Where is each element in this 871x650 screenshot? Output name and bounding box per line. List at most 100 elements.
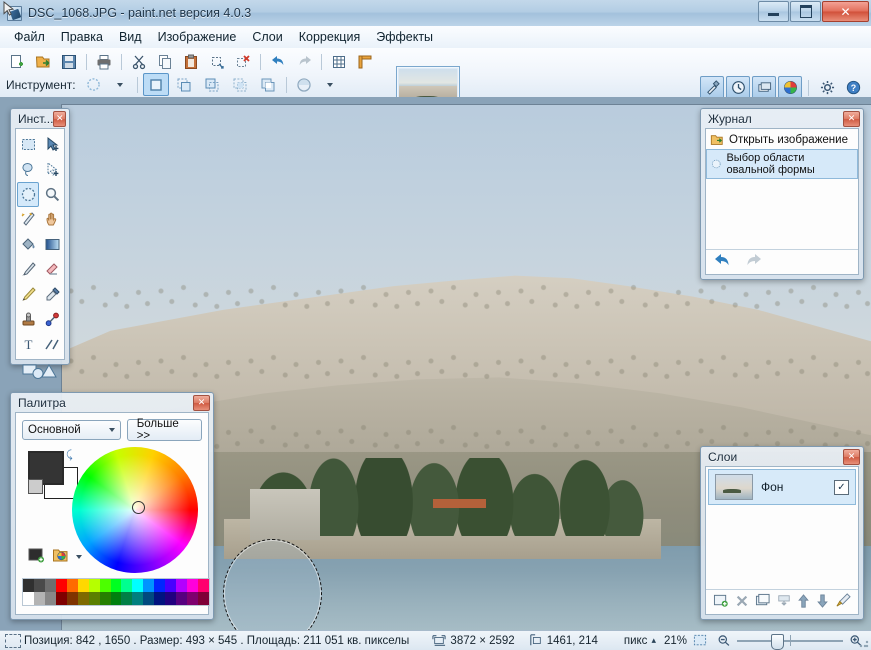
maximize-button[interactable]	[790, 1, 821, 22]
color-swatch[interactable]	[33, 579, 45, 592]
selection-mode-exclude[interactable]	[199, 73, 225, 96]
history-item-open-image[interactable]: Открыть изображение	[706, 131, 858, 149]
color-swatch[interactable]	[66, 592, 78, 605]
color-swatch[interactable]	[154, 579, 166, 592]
tool-paint-bucket[interactable]	[17, 232, 39, 257]
color-swatch[interactable]	[44, 579, 56, 592]
layer-visibility-checkbox[interactable]: ✓	[834, 479, 849, 495]
color-swatch[interactable]	[121, 592, 133, 605]
redo-button[interactable]	[292, 50, 316, 73]
menu-effects[interactable]: Эффекты	[368, 27, 441, 47]
color-swatch[interactable]	[33, 592, 45, 605]
tools-panel[interactable]: Инст... ✕ T	[10, 108, 70, 379]
tools-panel-close-button[interactable]: ✕	[53, 110, 66, 127]
tool-eraser[interactable]	[41, 257, 63, 282]
color-swatch[interactable]	[143, 592, 155, 605]
help-button[interactable]: ?	[841, 76, 865, 99]
color-swatch[interactable]	[77, 579, 89, 592]
history-undo-button[interactable]	[714, 253, 733, 271]
selection-mode-intersect[interactable]	[227, 73, 253, 96]
layer-properties-button[interactable]	[835, 593, 851, 611]
color-swatch[interactable]	[55, 592, 67, 605]
color-swatch[interactable]	[23, 592, 34, 605]
print-button[interactable]	[92, 50, 116, 73]
move-layer-up-button[interactable]	[797, 593, 810, 611]
menu-layers[interactable]: Слои	[244, 27, 290, 47]
color-swatch[interactable]	[23, 579, 34, 592]
zoom-slider-thumb[interactable]	[771, 633, 784, 650]
merge-layer-down-button[interactable]	[777, 594, 791, 611]
settings-button[interactable]	[815, 76, 839, 99]
crop-button[interactable]	[205, 50, 229, 73]
close-button[interactable]: ✕	[822, 1, 869, 22]
tool-rectangle-select[interactable]	[17, 132, 39, 157]
palette-panel-close-button[interactable]: ✕	[193, 394, 210, 411]
tool-pan[interactable]	[41, 207, 63, 232]
tool-text[interactable]: T	[17, 332, 39, 357]
zoom-out-button[interactable]	[717, 634, 731, 647]
tool-line-curve[interactable]	[41, 332, 63, 357]
color-mode-select[interactable]: Основной	[22, 420, 121, 440]
menu-image[interactable]: Изображение	[150, 27, 245, 47]
minimize-button[interactable]	[758, 1, 789, 22]
color-swatch[interactable]	[165, 592, 177, 605]
tool-color-picker[interactable]	[41, 282, 63, 307]
layers-panel-toggle[interactable]	[752, 76, 776, 99]
color-swatch[interactable]	[110, 592, 122, 605]
tool-move-selection[interactable]	[41, 157, 63, 182]
add-color-button[interactable]	[28, 548, 45, 566]
color-swatch[interactable]	[77, 592, 89, 605]
history-redo-button[interactable]	[743, 253, 762, 271]
selection-mode-xor[interactable]	[255, 73, 281, 96]
palette-panel[interactable]: Палитра ✕ Основной Больше >> ⤹	[10, 392, 214, 620]
duplicate-layer-button[interactable]	[755, 593, 771, 611]
copy-button[interactable]	[153, 50, 177, 73]
units-group[interactable]: пикс ▴	[624, 635, 656, 647]
palette-file-button[interactable]	[52, 548, 69, 566]
color-swatch[interactable]	[176, 592, 188, 605]
history-panel-close-button[interactable]: ✕	[843, 110, 860, 127]
palette-panel-toggle[interactable]	[778, 76, 802, 99]
color-swatch[interactable]	[99, 579, 111, 592]
resize-grip[interactable]	[859, 638, 869, 648]
color-swatch[interactable]	[132, 579, 144, 592]
history-panel-header[interactable]: Журнал ✕	[701, 109, 863, 128]
layer-row[interactable]: Фон ✓	[708, 469, 856, 505]
color-swatch[interactable]	[143, 579, 155, 592]
layers-panel[interactable]: Слои ✕ Фон ✓	[700, 446, 864, 620]
color-swatch[interactable]	[66, 579, 78, 592]
tool-ellipse-select[interactable]	[17, 182, 39, 207]
zoom-slider[interactable]	[737, 633, 843, 650]
color-swatch[interactable]	[99, 592, 111, 605]
delete-layer-button[interactable]	[735, 594, 749, 611]
tool-paintbrush[interactable]	[17, 257, 39, 282]
color-swatch[interactable]	[88, 579, 100, 592]
tools-panel-toggle[interactable]	[700, 76, 724, 99]
tool-clone-stamp[interactable]	[17, 307, 39, 332]
palette-panel-header[interactable]: Палитра ✕	[11, 393, 213, 412]
selection-mode-replace[interactable]	[142, 73, 169, 96]
tool-pencil[interactable]	[17, 282, 39, 307]
swap-colors-icon[interactable]: ⤹	[66, 449, 73, 462]
color-swatch[interactable]	[132, 592, 144, 605]
color-swatch[interactable]	[187, 579, 198, 592]
undo-button[interactable]	[266, 50, 290, 73]
color-swatch[interactable]	[44, 592, 56, 605]
active-tool-button[interactable]	[82, 73, 106, 96]
menu-file[interactable]: Файл	[6, 27, 53, 47]
tool-magic-wand[interactable]	[17, 207, 39, 232]
paste-button[interactable]	[179, 50, 203, 73]
menu-view[interactable]: Вид	[111, 27, 150, 47]
color-swatch[interactable]	[187, 592, 198, 605]
color-swatch[interactable]	[165, 579, 177, 592]
fit-to-window-button[interactable]	[693, 634, 707, 647]
rulers-button[interactable]	[353, 50, 377, 73]
tools-panel-header[interactable]: Инст... ✕	[11, 109, 69, 128]
color-swatch[interactable]	[88, 592, 100, 605]
grid-button[interactable]	[327, 50, 351, 73]
color-swatch[interactable]	[154, 592, 166, 605]
cut-button[interactable]	[127, 50, 151, 73]
units-caret-icon[interactable]: ▴	[651, 635, 656, 646]
layers-panel-header[interactable]: Слои ✕	[701, 447, 863, 466]
layers-panel-close-button[interactable]: ✕	[843, 448, 860, 465]
